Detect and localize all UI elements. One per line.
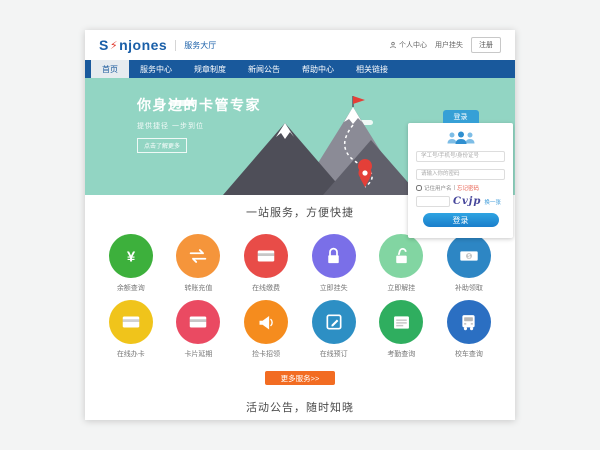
user-loss-link[interactable]: 用户挂失 bbox=[435, 40, 463, 50]
personal-center-link[interactable]: 个人中心 bbox=[389, 40, 427, 50]
screenshot-viewport: S⚡njones 服务大厅 个人中心 用户挂失 注册 首页 服务中心 规章制度 … bbox=[0, 0, 600, 450]
captcha-row: Cvjp 换一张 bbox=[416, 196, 505, 207]
megaphone-icon[interactable] bbox=[244, 300, 288, 344]
service-card-extend[interactable]: 卡片延期 bbox=[165, 300, 233, 359]
edit-icon[interactable] bbox=[312, 300, 356, 344]
nav-item-rules[interactable]: 规章制度 bbox=[183, 60, 237, 78]
service-subsidy[interactable]: $ 补助领取 bbox=[435, 234, 503, 293]
captcha-refresh-link[interactable]: 换一张 bbox=[484, 198, 501, 206]
announcements-title: 活动公告，随时知晓 bbox=[85, 399, 515, 415]
remember-checkbox[interactable] bbox=[416, 185, 422, 191]
captcha-image[interactable]: Cvjp bbox=[453, 196, 481, 207]
hero-banner: 你身边的卡管专家 提供捷径 一步到位 点击了解更多 登录 bbox=[85, 78, 515, 195]
announcements-section: 活动公告，随时知晓 使用动态 最新公告 更多>> 使用指南 更多>> bbox=[85, 399, 515, 420]
services-grid: ¥ 余额查询 转账充值 在线缴费 bbox=[97, 227, 503, 359]
nav-item-links[interactable]: 相关链接 bbox=[345, 60, 399, 78]
remember-row: 记住用户名 | 忘记密码 bbox=[416, 184, 505, 192]
service-online-booking[interactable]: 在线预订 bbox=[300, 300, 368, 359]
logo-text-rest: njones bbox=[119, 37, 167, 53]
service-online-pay[interactable]: 在线缴费 bbox=[232, 234, 300, 293]
unlock-icon[interactable] bbox=[379, 234, 423, 278]
nav-item-service-center[interactable]: 服务中心 bbox=[129, 60, 183, 78]
logo[interactable]: S⚡njones bbox=[99, 37, 167, 53]
list-icon[interactable] bbox=[379, 300, 423, 344]
svg-text:¥: ¥ bbox=[127, 249, 136, 266]
hero-cta-button[interactable]: 点击了解更多 bbox=[137, 138, 187, 153]
forgot-password-link[interactable]: 忘记密码 bbox=[457, 184, 479, 192]
lock-icon[interactable] bbox=[312, 234, 356, 278]
nav-item-help-center[interactable]: 帮助中心 bbox=[291, 60, 345, 78]
service-school-bus[interactable]: 校车查询 bbox=[435, 300, 503, 359]
login-tab[interactable]: 登录 bbox=[443, 110, 479, 123]
main-nav: 首页 服务中心 规章制度 新闻公告 帮助中心 相关链接 bbox=[85, 60, 515, 78]
banknote-icon[interactable]: $ bbox=[447, 234, 491, 278]
nav-item-news[interactable]: 新闻公告 bbox=[237, 60, 291, 78]
header: S⚡njones 服务大厅 个人中心 用户挂失 注册 bbox=[85, 30, 515, 60]
logo-text-s: S bbox=[99, 37, 109, 53]
service-attendance[interactable]: 考勤查询 bbox=[368, 300, 436, 359]
card-icon[interactable] bbox=[109, 300, 153, 344]
site-title: 服务大厅 bbox=[175, 40, 216, 51]
service-found-card[interactable]: 捡卡招领 bbox=[232, 300, 300, 359]
users-icon bbox=[416, 131, 505, 144]
person-icon bbox=[389, 41, 397, 49]
hero-text: 你身边的卡管专家 提供捷径 一步到位 点击了解更多 bbox=[137, 95, 261, 153]
service-balance[interactable]: ¥ 余额查询 bbox=[97, 234, 165, 293]
service-transfer[interactable]: 转账充值 bbox=[165, 234, 233, 293]
login-submit-button[interactable]: 登录 bbox=[423, 213, 499, 227]
card-icon[interactable] bbox=[244, 234, 288, 278]
service-apply-card[interactable]: 在线办卡 bbox=[97, 300, 165, 359]
lightning-icon: ⚡ bbox=[110, 39, 118, 52]
username-input[interactable] bbox=[416, 151, 505, 162]
header-links: 个人中心 用户挂失 注册 bbox=[389, 37, 501, 53]
bus-icon[interactable] bbox=[447, 300, 491, 344]
svg-text:$: $ bbox=[467, 254, 470, 260]
card-icon[interactable] bbox=[176, 300, 220, 344]
register-button[interactable]: 注册 bbox=[471, 37, 501, 53]
password-input[interactable] bbox=[416, 169, 505, 180]
hero-title: 你身边的卡管专家 bbox=[137, 95, 261, 115]
captcha-input[interactable] bbox=[416, 196, 450, 207]
hero-subtitle: 提供捷径 一步到位 bbox=[137, 121, 261, 131]
login-panel: 登录 记住用户名 | 忘记密码 bbox=[408, 123, 513, 238]
yen-icon[interactable]: ¥ bbox=[109, 234, 153, 278]
transfer-icon[interactable] bbox=[176, 234, 220, 278]
nav-item-home[interactable]: 首页 bbox=[91, 60, 129, 78]
service-cancel-loss[interactable]: 立即解挂 bbox=[368, 234, 436, 293]
more-services-button[interactable]: 更多服务>> bbox=[265, 371, 335, 385]
remember-label: 记住用户名 bbox=[424, 184, 452, 192]
site-page: S⚡njones 服务大厅 个人中心 用户挂失 注册 首页 服务中心 规章制度 … bbox=[85, 30, 515, 420]
service-report-loss[interactable]: 立即挂失 bbox=[300, 234, 368, 293]
